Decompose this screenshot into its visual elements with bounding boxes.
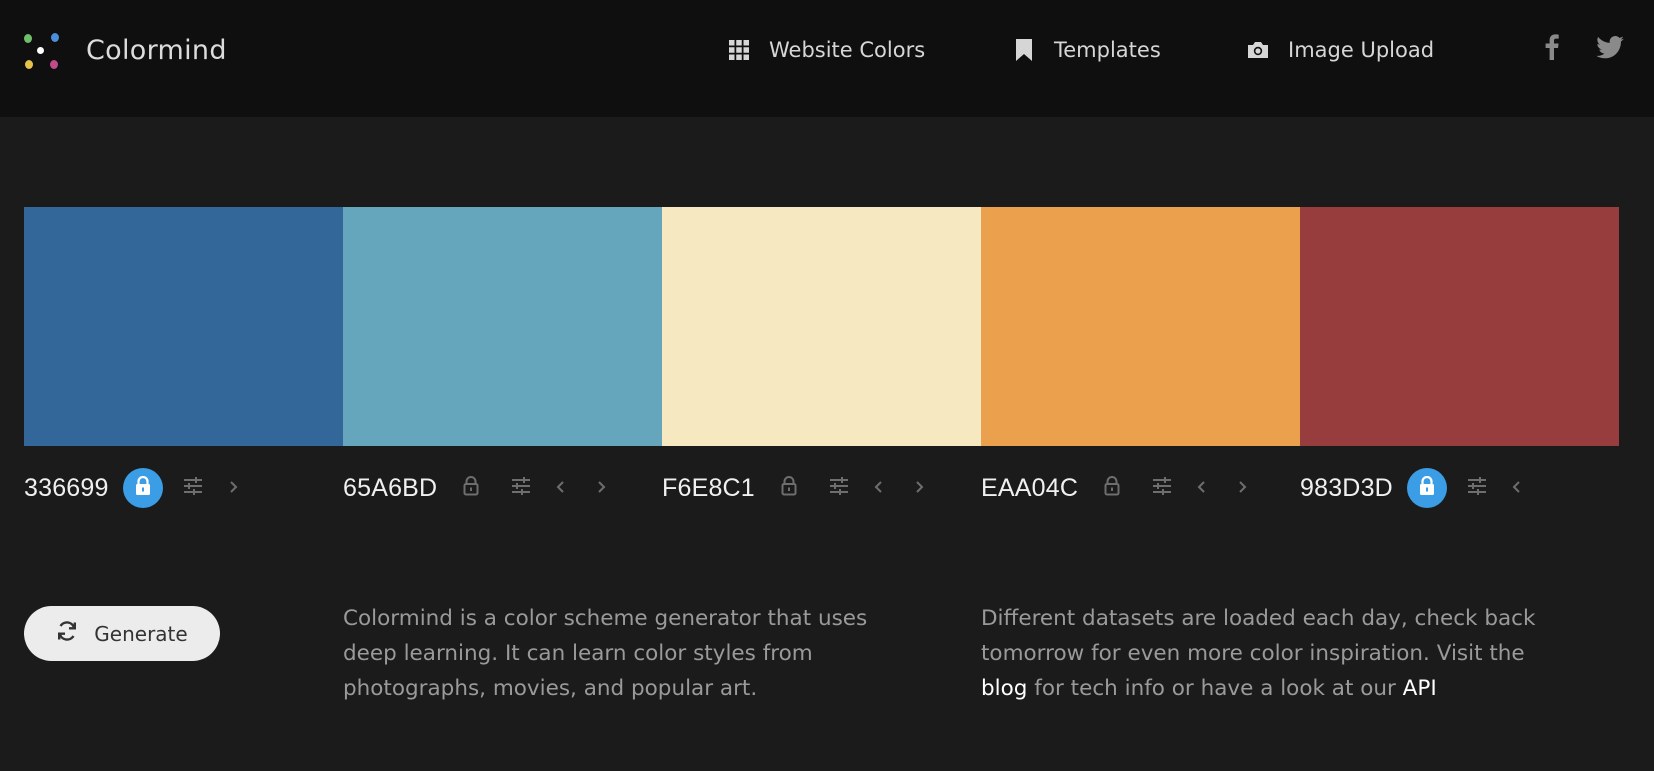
adjust-button[interactable] [1457, 468, 1497, 508]
sliders-icon [183, 477, 203, 499]
adjust-button[interactable] [501, 468, 541, 508]
lock-open-icon [780, 476, 798, 500]
move-left-button[interactable] [1182, 468, 1222, 508]
sliders-icon [1467, 477, 1487, 499]
color-swatch[interactable] [24, 207, 343, 446]
lock-button[interactable] [451, 468, 491, 508]
hex-value[interactable]: 65A6BD [343, 474, 437, 503]
color-swatch[interactable] [343, 207, 662, 446]
chevron-left-icon [556, 479, 566, 498]
hex-value[interactable]: F6E8C1 [662, 474, 755, 503]
hex-value[interactable]: 336699 [24, 474, 109, 503]
nav-website-colors[interactable]: Website Colors [727, 30, 925, 70]
nav-label: Website Colors [769, 38, 926, 62]
brand-name: Colormind [86, 34, 227, 66]
swatch-controls: 336699 65A6BD F6E8C1 EAA04C 983D3D [24, 463, 1619, 513]
lock-closed-icon [134, 475, 152, 500]
lock-button[interactable] [1092, 468, 1132, 508]
twitter-icon [1596, 35, 1624, 63]
color-palette [24, 207, 1619, 446]
twitter-link[interactable] [1593, 32, 1627, 66]
move-right-button[interactable] [1222, 468, 1262, 508]
nav-label: Templates [1054, 38, 1161, 62]
swatch-controls-2: 65A6BD [343, 463, 621, 513]
chevron-left-icon [1197, 479, 1207, 498]
move-left-button[interactable] [859, 468, 899, 508]
nav-label: Image Upload [1288, 38, 1435, 62]
swatch-controls-3: F6E8C1 [662, 463, 939, 513]
hex-value[interactable]: EAA04C [981, 474, 1078, 503]
lock-button[interactable] [769, 468, 809, 508]
lock-closed-icon [1418, 475, 1436, 500]
chevron-right-icon [914, 479, 924, 498]
chevron-right-icon [1237, 479, 1247, 498]
facebook-link[interactable] [1535, 32, 1569, 66]
move-right-button[interactable] [899, 468, 939, 508]
chevron-right-icon [596, 479, 606, 498]
facebook-icon [1545, 34, 1559, 64]
chevron-left-icon [1512, 479, 1522, 498]
sliders-icon [511, 477, 531, 499]
sliders-icon [829, 477, 849, 499]
top-navbar: Colormind Website Colors Templates Image… [0, 0, 1654, 117]
move-left-button[interactable] [541, 468, 581, 508]
generate-label: Generate [94, 621, 188, 646]
color-swatch[interactable] [662, 207, 981, 446]
hex-value[interactable]: 983D3D [1300, 474, 1393, 503]
move-right-button[interactable] [213, 468, 253, 508]
adjust-button[interactable] [819, 468, 859, 508]
color-swatch[interactable] [1300, 207, 1619, 446]
adjust-button[interactable] [173, 468, 213, 508]
move-left-button[interactable] [1497, 468, 1537, 508]
lock-open-icon [1103, 476, 1121, 500]
refresh-icon [56, 620, 78, 647]
lock-button[interactable] [122, 468, 163, 508]
blog-link[interactable]: blog [981, 676, 1027, 701]
chevron-right-icon [228, 479, 238, 498]
description-text: Different datasets are loaded each day, … [981, 606, 1536, 666]
swatch-controls-4: EAA04C [981, 463, 1262, 513]
description-datasets: Different datasets are loaded each day, … [981, 601, 1541, 706]
move-right-button[interactable] [581, 468, 621, 508]
lock-open-icon [462, 476, 480, 500]
nav-templates[interactable]: Templates [1012, 30, 1161, 70]
colormind-logo-icon [22, 30, 62, 70]
color-swatch[interactable] [981, 207, 1300, 446]
lock-button[interactable] [1406, 468, 1447, 508]
brand-logo-link[interactable]: Colormind [22, 28, 227, 72]
bookmark-icon [1012, 38, 1036, 62]
generate-button[interactable]: Generate [24, 606, 220, 661]
description-intro: Colormind is a color scheme generator th… [343, 606, 868, 701]
description-text: for tech info or have a look at our [1034, 676, 1396, 701]
swatch-controls-1: 336699 [24, 463, 253, 513]
api-link[interactable]: API [1403, 676, 1437, 701]
sliders-icon [1152, 477, 1172, 499]
swatch-controls-5: 983D3D [1300, 463, 1537, 513]
adjust-button[interactable] [1142, 468, 1182, 508]
nav-image-upload[interactable]: Image Upload [1246, 30, 1434, 70]
grid-icon [727, 38, 751, 62]
chevron-left-icon [874, 479, 884, 498]
camera-icon [1246, 38, 1270, 62]
